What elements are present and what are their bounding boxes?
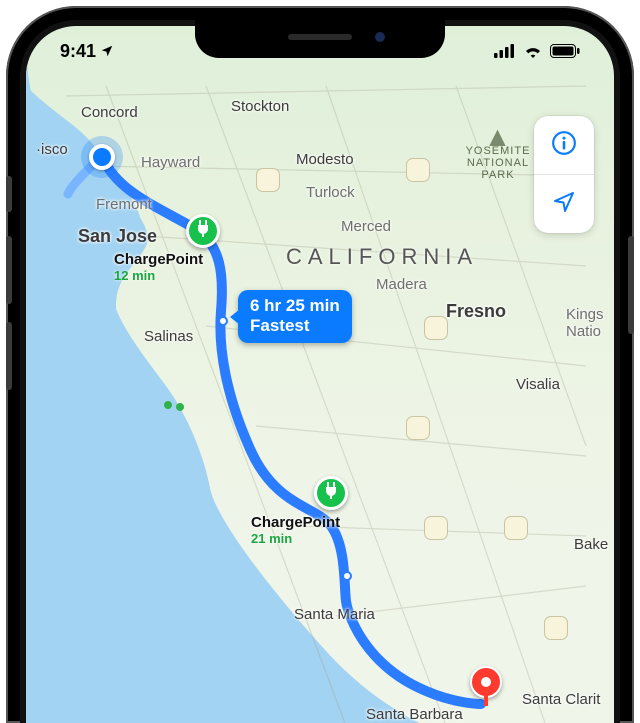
charging-stop-1-duration: 12 min [114, 268, 203, 283]
wifi-icon [523, 44, 543, 58]
city-hayward: Hayward [141, 154, 200, 171]
park-line2: National [458, 157, 538, 169]
park-line1: Yosemite [458, 145, 538, 157]
plug-icon [196, 220, 210, 243]
city-concord: Concord [81, 104, 138, 121]
city-stockton: Stockton [231, 98, 289, 115]
screen: 9:41 [26, 26, 614, 723]
charging-stop-pin-1[interactable] [186, 214, 220, 248]
highway-shield-icon [256, 168, 280, 192]
plug-icon [324, 482, 338, 505]
city-santabarbara: Santa Barbara [366, 706, 463, 723]
destination-pin[interactable] [470, 666, 502, 706]
city-sanjose: San Jose [78, 226, 157, 247]
notch [195, 20, 445, 58]
recenter-button[interactable] [534, 175, 594, 233]
poi-dot [164, 401, 172, 409]
status-time: 9:41 [60, 41, 96, 62]
city-fremont: Fremont [96, 196, 152, 213]
route-waypoint-dot [218, 316, 228, 326]
highway-shield-icon [406, 158, 430, 182]
charging-stop-2-duration: 21 min [251, 531, 340, 546]
charging-stop-1-name: ChargePoint [114, 251, 203, 268]
speaker-grille [288, 34, 352, 40]
charging-stop-2-label: ChargePoint 21 min [251, 514, 340, 546]
city-madera: Madera [376, 276, 427, 293]
battery-icon [550, 44, 580, 58]
cellular-bars-icon [494, 44, 516, 58]
volume-up-button [6, 236, 12, 304]
map-info-button[interactable] [534, 116, 594, 174]
current-location-dot[interactable] [89, 144, 115, 170]
charging-stop-2-name: ChargePoint [251, 514, 340, 531]
poi-dot [176, 403, 184, 411]
city-sf: ·isco [36, 141, 68, 158]
phone-frame: 9:41 [6, 6, 634, 723]
highway-shield-icon [424, 516, 448, 540]
map-canvas[interactable]: ChargePoint 12 min ChargePoint 21 min [26, 26, 614, 723]
volume-down-button [6, 322, 12, 390]
info-icon [551, 130, 577, 161]
power-button [628, 236, 634, 334]
location-arrow-icon [552, 190, 576, 219]
route-tag: Fastest [250, 316, 340, 336]
mountain-icon: ▲ [458, 131, 538, 143]
region-label: California [286, 244, 478, 270]
city-salinas: Salinas [144, 328, 193, 345]
city-kings: Kings Natio [566, 306, 604, 340]
city-fresno: Fresno [446, 301, 506, 322]
city-santamaria: Santa Maria [294, 606, 375, 623]
city-santaclarita: Santa Clarit [522, 691, 600, 708]
city-modesto: Modesto [296, 151, 354, 168]
city-merced: Merced [341, 218, 391, 235]
map-controls [534, 116, 594, 233]
highway-shield-icon [406, 416, 430, 440]
location-services-icon [100, 44, 114, 58]
route-waypoint-dot [342, 571, 352, 581]
highway-shield-icon [424, 316, 448, 340]
park-label: ▲ Yosemite National Park [458, 131, 538, 181]
charging-stop-1-label: ChargePoint 12 min [114, 251, 203, 283]
city-bake: Bake [574, 536, 608, 553]
route-callout[interactable]: 6 hr 25 min Fastest [238, 290, 352, 343]
charging-stop-pin-2[interactable] [314, 476, 348, 510]
highway-shield-icon [504, 516, 528, 540]
route-time: 6 hr 25 min [250, 296, 340, 316]
city-turlock: Turlock [306, 184, 355, 201]
mute-switch [6, 176, 12, 212]
front-camera [375, 32, 385, 42]
city-visalia: Visalia [516, 376, 560, 393]
park-line3: Park [458, 169, 538, 181]
phone-bezel: 9:41 [20, 20, 620, 723]
highway-shield-icon [544, 616, 568, 640]
